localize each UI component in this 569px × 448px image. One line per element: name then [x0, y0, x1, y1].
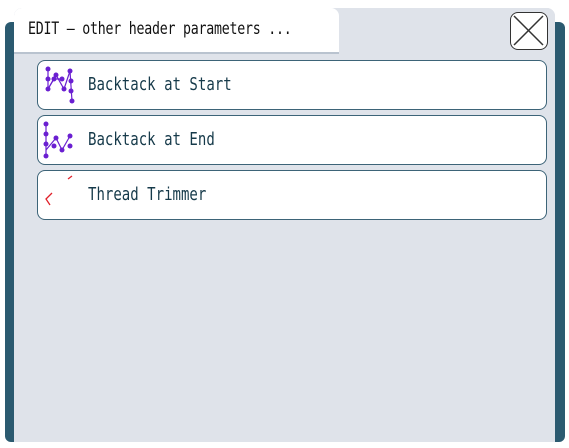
edit-dialog: EDIT – other header parameters ... Backt…: [14, 8, 555, 442]
list-item-backtack-end[interactable]: Backtack at End: [37, 115, 547, 165]
backtack-end-icon: [43, 121, 73, 159]
close-button[interactable]: [510, 12, 548, 50]
screen-frame: EDIT – other header parameters ... Backt…: [0, 0, 569, 448]
close-x-icon: [513, 15, 544, 46]
frame-right-edge: [555, 22, 565, 442]
backtack-start-icon: [45, 66, 75, 104]
title-tab: EDIT – other header parameters ...: [14, 8, 339, 54]
list-item-backtack-start[interactable]: Backtack at Start: [37, 60, 547, 110]
backtack-end-label: Backtack at End: [88, 129, 215, 150]
thread-trimmer-label: Thread Trimmer: [88, 184, 207, 205]
header-parameter-list: Backtack at Start Backtack at End Thread…: [37, 60, 549, 225]
dialog-title: EDIT – other header parameters ...: [28, 19, 292, 39]
thread-trimmer-icon: [45, 175, 73, 206]
backtack-start-label: Backtack at Start: [88, 74, 232, 95]
list-item-thread-trimmer[interactable]: Thread Trimmer: [37, 170, 547, 220]
dialog-titlebar: EDIT – other header parameters ...: [14, 8, 555, 54]
